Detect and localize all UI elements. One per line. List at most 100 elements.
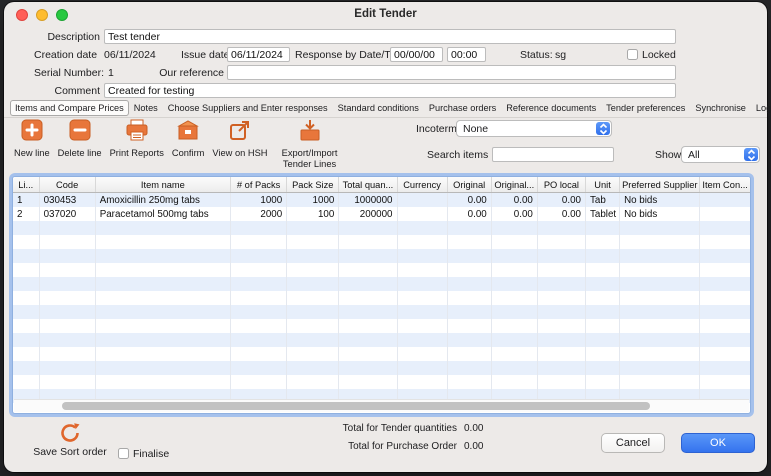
column-header[interactable]: Unit: [585, 177, 619, 193]
column-header[interactable]: Original: [447, 177, 491, 193]
cancel-button[interactable]: Cancel: [601, 433, 665, 453]
tab-choose-suppliers-and-enter-responses[interactable]: Choose Suppliers and Enter responses: [163, 100, 333, 116]
show-value: All: [688, 149, 700, 161]
column-header[interactable]: Code: [39, 177, 95, 193]
description-input[interactable]: [104, 29, 676, 44]
table-cell[interactable]: 0.00: [537, 193, 585, 208]
column-header[interactable]: # of Packs: [231, 177, 287, 193]
column-header[interactable]: Preferred Supplier: [620, 177, 700, 193]
tab-reference-documents[interactable]: Reference documents: [501, 100, 601, 116]
table-cell: [287, 291, 339, 305]
delete-line-button[interactable]: Delete line: [58, 119, 102, 159]
our-reference-input[interactable]: [227, 65, 676, 80]
table-cell[interactable]: 0.00: [537, 207, 585, 221]
column-header[interactable]: Item name: [95, 177, 230, 193]
creation-date-label: Creation date: [34, 49, 97, 61]
table-cell: [397, 333, 447, 347]
table-cell[interactable]: [397, 207, 447, 221]
export-import-tender-lines-button[interactable]: Export/Import Tender Lines: [276, 119, 344, 169]
print-reports-button[interactable]: Print Reports: [110, 119, 164, 159]
table-cell: [13, 263, 39, 277]
table-row[interactable]: 1030453Amoxicillin 250mg tabs10001000100…: [13, 193, 750, 208]
column-header[interactable]: Item Con...: [700, 177, 750, 193]
table-cell: [700, 249, 750, 263]
ok-button[interactable]: OK: [681, 433, 755, 453]
tender-lines-table-container: Li...CodeItem name# of PacksPack SizeTot…: [12, 176, 751, 414]
table-cell[interactable]: 0.00: [447, 193, 491, 208]
table-cell[interactable]: [700, 193, 750, 208]
table-cell: [585, 249, 619, 263]
table-cell: [287, 375, 339, 389]
save-sort-order-button[interactable]: [58, 421, 82, 448]
table-cell[interactable]: Paracetamol 500mg tabs: [95, 207, 230, 221]
total-purchase-order-value: 0.00: [464, 441, 483, 452]
table-cell: [585, 291, 619, 305]
new-line-button[interactable]: New line: [14, 119, 50, 159]
table-cell[interactable]: [700, 207, 750, 221]
column-header[interactable]: Pack Size: [287, 177, 339, 193]
column-header[interactable]: Currency: [397, 177, 447, 193]
table-cell[interactable]: 0.00: [491, 193, 537, 208]
external-arrow-icon: [227, 119, 253, 146]
table-cell: [95, 375, 230, 389]
tab-tender-preferences[interactable]: Tender preferences: [601, 100, 690, 116]
column-header[interactable]: Total quan...: [339, 177, 397, 193]
table-cell[interactable]: 2000: [231, 207, 287, 221]
horizontal-scrollbar-thumb[interactable]: [62, 402, 650, 410]
table-cell[interactable]: 0.00: [447, 207, 491, 221]
table-cell: [447, 235, 491, 249]
table-cell[interactable]: 0.00: [491, 207, 537, 221]
table-cell[interactable]: [397, 193, 447, 208]
table-cell[interactable]: Tablet: [585, 207, 619, 221]
locked-checkbox[interactable]: [627, 49, 638, 60]
column-header[interactable]: Original...: [491, 177, 537, 193]
table-cell[interactable]: Amoxicillin 250mg tabs: [95, 193, 230, 208]
table-cell[interactable]: Tab: [585, 193, 619, 208]
response-date-input[interactable]: [390, 47, 443, 62]
tab-purchase-orders[interactable]: Purchase orders: [424, 100, 501, 116]
table-cell[interactable]: 037020: [39, 207, 95, 221]
tab-items-and-compare-prices[interactable]: Items and Compare Prices: [10, 100, 129, 116]
view-on-hsh-button[interactable]: View on HSH: [212, 119, 267, 159]
finalise-checkbox[interactable]: [118, 448, 129, 459]
table-cell: [491, 319, 537, 333]
tab-notes[interactable]: Notes: [129, 100, 163, 116]
table-cell[interactable]: No bids: [620, 193, 700, 208]
issue-date-input[interactable]: [227, 47, 290, 62]
column-header[interactable]: Li...: [13, 177, 39, 193]
table-cell: [339, 221, 397, 235]
response-time-input[interactable]: [447, 47, 486, 62]
confirm-button[interactable]: Confirm: [172, 119, 205, 159]
confirm-label: Confirm: [172, 148, 205, 159]
table-cell[interactable]: No bids: [620, 207, 700, 221]
table-cell: [231, 291, 287, 305]
incoterm-dropdown[interactable]: None: [456, 120, 612, 137]
table-cell: [620, 263, 700, 277]
table-cell[interactable]: 1000000: [339, 193, 397, 208]
show-dropdown[interactable]: All: [681, 146, 760, 163]
tab-standard-conditions[interactable]: Standard conditions: [333, 100, 424, 116]
table-cell: [585, 319, 619, 333]
table-cell[interactable]: 1: [13, 193, 39, 208]
table-cell: [39, 221, 95, 235]
table-cell: [39, 263, 95, 277]
column-header[interactable]: PO local: [537, 177, 585, 193]
comment-input[interactable]: [104, 83, 676, 98]
table-cell[interactable]: 1000: [287, 193, 339, 208]
tab-synchronise[interactable]: Synchronise: [690, 100, 751, 116]
table-cell: [287, 333, 339, 347]
table-cell: [397, 277, 447, 291]
table-cell: [339, 235, 397, 249]
horizontal-scrollbar-track[interactable]: [14, 399, 749, 412]
table-cell[interactable]: 200000: [339, 207, 397, 221]
tab-log[interactable]: Log: [751, 100, 771, 116]
table-row[interactable]: 2037020Paracetamol 500mg tabs20001002000…: [13, 207, 750, 221]
table-cell[interactable]: 100: [287, 207, 339, 221]
search-items-input[interactable]: [492, 147, 614, 162]
table-cell[interactable]: 1000: [231, 193, 287, 208]
table-cell: [700, 347, 750, 361]
table-cell: [339, 333, 397, 347]
table-cell: [491, 305, 537, 319]
table-cell[interactable]: 2: [13, 207, 39, 221]
table-cell[interactable]: 030453: [39, 193, 95, 208]
